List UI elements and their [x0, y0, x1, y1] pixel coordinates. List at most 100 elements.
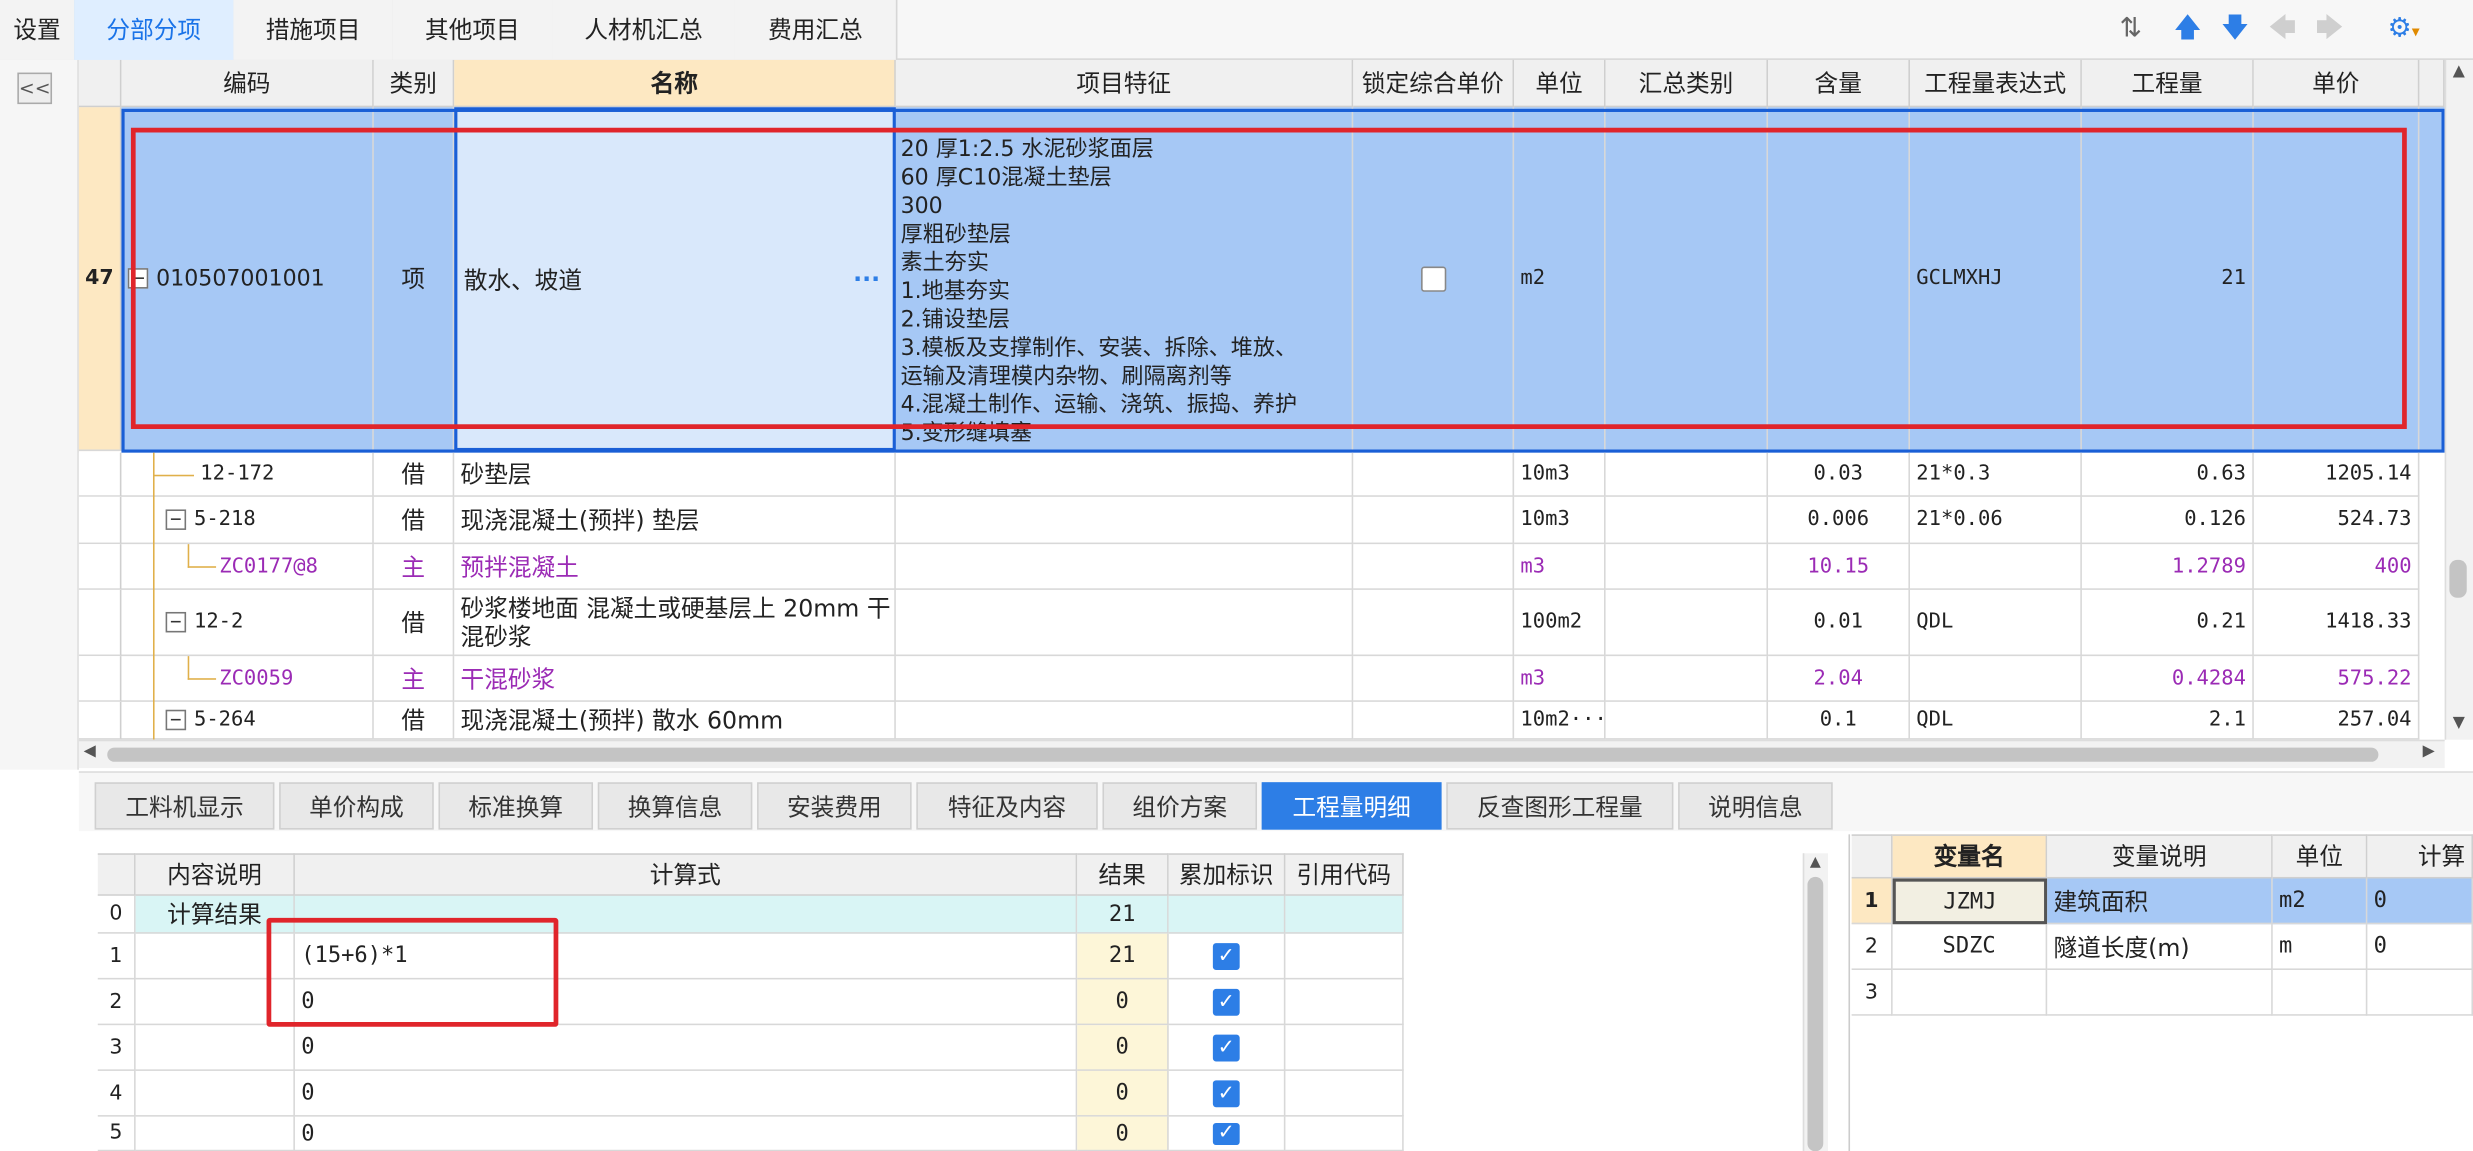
table-row-features[interactable]	[895, 496, 1354, 545]
table-row-price[interactable]: 575.22	[2253, 656, 2420, 702]
table-row-unit[interactable]: 10m3	[1514, 452, 1606, 497]
tab-measures[interactable]: 措施项目	[233, 0, 395, 62]
var-row-desc[interactable]: 建筑面积	[2047, 878, 2273, 925]
table-row-type[interactable]: 借	[373, 589, 455, 657]
col-header-name[interactable]: 名称	[454, 59, 896, 108]
var-row-unit[interactable]: m	[2272, 924, 2368, 970]
table-row-features[interactable]	[895, 589, 1354, 657]
calc-row-ref-code[interactable]	[1285, 933, 1404, 980]
tab-standard-conversion[interactable]: 标准换算	[438, 782, 594, 830]
calc-header-result[interactable]: 结果	[1077, 853, 1169, 896]
calc-row-formula[interactable]: 0	[294, 1070, 1078, 1117]
table-row-price[interactable]: 1418.33	[2253, 589, 2420, 657]
table-row-type[interactable]: 借	[373, 452, 455, 497]
calc-row-accumulate[interactable]: ✓	[1168, 1025, 1286, 1071]
calc-row-accumulate[interactable]: ✓	[1168, 1116, 1286, 1151]
arrow-down-icon[interactable]: 🡇	[2219, 13, 2251, 45]
table-row-summary[interactable]	[1605, 496, 1769, 545]
var-header-unit[interactable]: 单位	[2272, 834, 2368, 879]
table-row-qty[interactable]: 0.126	[2081, 496, 2254, 545]
table-row-code[interactable]: −5-264	[121, 701, 374, 740]
table-row-content[interactable]: 0.03	[1768, 452, 1910, 497]
var-row-calc[interactable]	[2367, 969, 2473, 1016]
table-row-name[interactable]: 预拌混凝土	[454, 544, 896, 590]
calc-row-desc[interactable]	[135, 1025, 295, 1071]
table-row-content[interactable]: 2.04	[1768, 656, 1910, 702]
scroll-up-arrow[interactable]: ▲	[1806, 855, 1825, 874]
table-row-features[interactable]	[895, 701, 1354, 740]
tab-description-info[interactable]: 说明信息	[1678, 782, 1833, 830]
col-header-qty-expr[interactable]: 工程量表达式	[1909, 59, 2082, 108]
table-row-name[interactable]: 砂垫层	[454, 452, 896, 497]
table-row-expr[interactable]	[1909, 656, 2082, 702]
table-row-qty[interactable]: 0.63	[2081, 452, 2254, 497]
table-row-type[interactable]: 主	[373, 544, 455, 590]
table-row-content[interactable]: 0.1	[1768, 701, 1910, 740]
arrow-left-icon[interactable]: 🡄	[2266, 13, 2298, 45]
table-row-code[interactable]: −5-218	[121, 496, 374, 545]
calc-row-result[interactable]: 0	[1077, 1070, 1169, 1117]
settings-icon[interactable]: ⚙▾	[2378, 13, 2428, 45]
table-row-qty[interactable]: 1.2789	[2081, 544, 2254, 590]
table-row-code[interactable]: ZC0177@8	[121, 544, 374, 590]
tab-pricing-plan[interactable]: 组价方案	[1102, 782, 1258, 830]
row-number[interactable]	[78, 656, 122, 702]
collapse-toggle-icon[interactable]: −	[165, 710, 187, 731]
sort-icon[interactable]: ⇅	[2115, 13, 2147, 45]
var-row-calc[interactable]: 0	[2367, 924, 2473, 970]
table-row-content[interactable]: 10.15	[1768, 544, 1910, 590]
checkbox-checked-icon[interactable]: ✓	[1212, 1079, 1240, 1107]
tab-cost-summary[interactable]: 费用汇总	[734, 0, 898, 62]
table-row-summary[interactable]	[1605, 589, 1769, 657]
table-row-type[interactable]: 借	[373, 496, 455, 545]
tab-installation-cost[interactable]: 安装费用	[757, 782, 912, 830]
table-row-lock[interactable]	[1353, 656, 1515, 702]
table-row-unit[interactable]: 10m2···	[1514, 701, 1606, 740]
row-number[interactable]: 47	[78, 107, 122, 452]
var-header-name[interactable]: 变量名	[1892, 834, 2048, 879]
tab-quantity-detail[interactable]: 工程量明细	[1261, 782, 1442, 830]
var-row-unit[interactable]: m2	[2272, 878, 2368, 925]
tab-division-items[interactable]: 分部分项	[74, 0, 236, 62]
table-row-price[interactable]: 257.04	[2253, 701, 2420, 740]
tab-settings[interactable]: 设置	[0, 0, 76, 62]
table-row-name[interactable]: 砂浆楼地面 混凝土或硬基层上 20mm 干 混砂浆	[454, 589, 896, 657]
var-row-calc[interactable]: 0	[2367, 878, 2473, 925]
col-header-content[interactable]: 含量	[1768, 59, 1910, 108]
calc-row-ref-code[interactable]	[1285, 1116, 1404, 1151]
col-header-unit[interactable]: 单位	[1514, 59, 1606, 108]
tab-graphic-quantity-lookup[interactable]: 反查图形工程量	[1446, 782, 1674, 830]
calc-row-accumulate[interactable]	[1168, 895, 1286, 934]
table-row-summary[interactable]	[1605, 656, 1769, 702]
table-row-summary[interactable]	[1605, 452, 1769, 497]
calc-row-result[interactable]: 0	[1077, 979, 1169, 1026]
table-row-summary[interactable]	[1605, 544, 1769, 590]
checkbox-checked-icon[interactable]: ✓	[1212, 1121, 1240, 1145]
table-row-content[interactable]: 0.01	[1768, 589, 1910, 657]
calc-header-desc[interactable]: 内容说明	[135, 853, 295, 896]
calc-row-result[interactable]: 21	[1077, 933, 1169, 980]
row-number[interactable]	[78, 496, 122, 545]
table-row-lock[interactable]	[1353, 544, 1515, 590]
table-row-unit[interactable]: 10m3	[1514, 496, 1606, 545]
table-row-content[interactable]: 0.006	[1768, 496, 1910, 545]
col-header-features[interactable]: 项目特征	[895, 59, 1354, 108]
table-row-expr[interactable]: QDL	[1909, 701, 2082, 740]
calc-header-ref-code[interactable]: 引用代码	[1285, 853, 1404, 896]
calc-row-result[interactable]: 21	[1077, 895, 1169, 934]
var-header-desc[interactable]: 变量说明	[2047, 834, 2273, 879]
tab-features-content[interactable]: 特征及内容	[916, 782, 1098, 830]
table-row-features[interactable]	[895, 452, 1354, 497]
row-number[interactable]	[78, 701, 122, 740]
table-row-code[interactable]: ZC0059	[121, 656, 374, 702]
calc-row-accumulate[interactable]: ✓	[1168, 1070, 1286, 1117]
table-row-qty[interactable]: 0.4284	[2081, 656, 2254, 702]
row-number[interactable]	[78, 589, 122, 657]
calc-row-desc[interactable]	[135, 1070, 295, 1117]
calc-row-formula[interactable]: 0	[294, 1025, 1078, 1071]
calc-row-accumulate[interactable]: ✓	[1168, 979, 1286, 1026]
scroll-down-arrow[interactable]: ▼	[2448, 714, 2470, 736]
scroll-thumb[interactable]	[2449, 559, 2467, 598]
tab-conversion-info[interactable]: 换算信息	[597, 782, 753, 830]
collapse-toggle-icon[interactable]: −	[165, 509, 187, 530]
